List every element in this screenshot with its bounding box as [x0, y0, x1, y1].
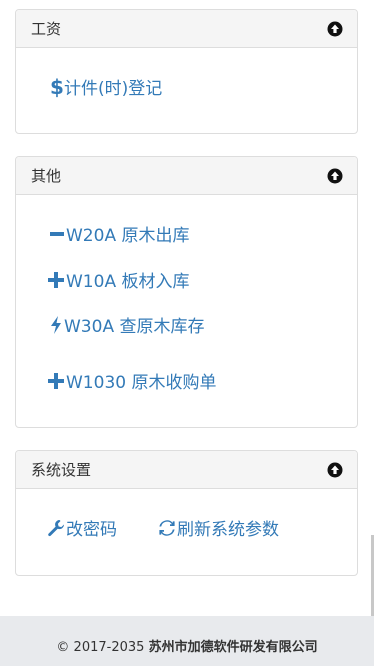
plus-icon	[48, 372, 64, 389]
w30a-label: W30A 查原木库存	[64, 317, 205, 337]
other-panel-title: 其他	[31, 167, 62, 185]
settings-panel-title: 系统设置	[31, 461, 92, 479]
refresh-icon	[159, 519, 175, 536]
collapse-up-icon[interactable]	[327, 462, 343, 478]
wages-panel-title: 工资	[31, 20, 62, 38]
w20a-log-outbound-link[interactable]: W20A 原木出库	[49, 221, 189, 246]
footer: © 2017-2035 苏州市加德软件研发有限公司	[0, 616, 374, 666]
piecework-register-link[interactable]: $ 计件(时)登记	[50, 74, 163, 100]
other-panel-heading[interactable]: 其他	[16, 157, 357, 195]
change-password-link[interactable]: 改密码	[47, 515, 117, 540]
dollar-icon: $	[50, 74, 64, 99]
change-password-label: 改密码	[66, 520, 117, 540]
flash-icon	[51, 315, 61, 334]
collapse-up-icon[interactable]	[327, 168, 343, 184]
w20a-label: W20A 原木出库	[66, 226, 190, 246]
settings-panel: 系统设置 改密码 刷新系统参数	[15, 450, 358, 576]
footer-copyright: © 2017-2035	[56, 640, 145, 655]
w10a-board-inbound-link[interactable]: W10A 板材入库	[47, 267, 189, 292]
minus-icon	[50, 231, 64, 236]
plus-icon	[48, 271, 64, 288]
wages-panel: 工资 $ 计件(时)登记	[15, 9, 358, 134]
refresh-system-params-link[interactable]: 刷新系统参数	[158, 515, 279, 540]
w10a-label: W10A 板材入库	[66, 272, 190, 292]
settings-panel-heading[interactable]: 系统设置	[16, 451, 357, 489]
wrench-icon	[48, 519, 65, 536]
w30a-log-inventory-link[interactable]: W30A 查原木库存	[49, 312, 204, 337]
other-panel: 其他 W20A 原木出库 W10A 板材入库 W30A 查原木库存 W1030 …	[15, 156, 358, 428]
collapse-up-icon[interactable]	[327, 21, 343, 37]
piecework-register-label: 计件(时)登记	[64, 79, 163, 99]
wages-panel-heading[interactable]: 工资	[16, 10, 357, 48]
w1030-label: W1030 原木收购单	[66, 373, 217, 393]
w1030-log-purchase-link[interactable]: W1030 原木收购单	[47, 368, 216, 393]
refresh-system-params-label: 刷新系统参数	[177, 520, 279, 540]
footer-text: © 2017-2035 苏州市加德软件研发有限公司	[0, 636, 374, 655]
footer-company: 苏州市加德软件研发有限公司	[148, 640, 318, 655]
